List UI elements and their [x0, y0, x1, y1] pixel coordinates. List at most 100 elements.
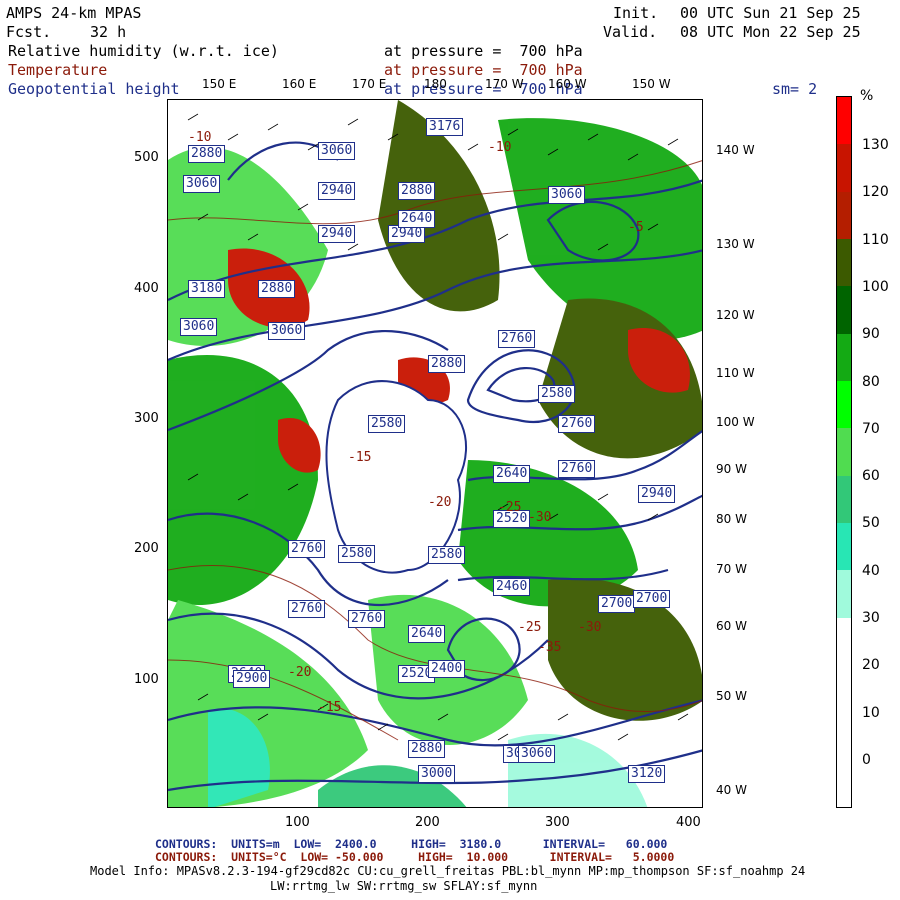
valid-label: Valid. [603, 23, 658, 41]
temperature-label: -15 [348, 450, 372, 465]
temperature-label: -35 [538, 640, 562, 655]
y-tick-label: 300 [134, 411, 159, 426]
model-info-line-1: Model Info: MPASv8.2.3-194-gf29cd82c CU:… [90, 864, 806, 878]
temperature-label: -10 [188, 130, 212, 145]
lon-label-right: 100 W [716, 415, 755, 429]
contour-label: 2940 [318, 225, 356, 243]
contour-label: 2880 [258, 280, 296, 298]
contour-label: 2640 [493, 465, 531, 483]
colorbar-segment [837, 617, 851, 666]
temperature-label: -20 [428, 495, 452, 510]
contour-label: 3180 [188, 280, 226, 298]
field-temp-name: Temperature [8, 61, 108, 79]
contour-label: 2880 [408, 740, 446, 758]
model-title: AMPS 24-km MPAS [6, 4, 142, 22]
contour-label: 3060 [268, 322, 306, 340]
lon-label-right: 60 W [716, 619, 747, 633]
y-tick-label: 400 [134, 281, 159, 296]
contour-label: 3060 [548, 186, 586, 204]
contour-label: 2400 [428, 660, 466, 678]
colorbar-label: 130 [862, 137, 889, 153]
contour-label: 3060 [518, 745, 556, 763]
colorbar-unit: % [860, 88, 874, 104]
lon-label-top: 170 E [352, 77, 387, 91]
contour-label: 2700 [598, 595, 636, 613]
colorbar-label: 20 [862, 657, 880, 674]
colorbar-label: 40 [862, 562, 880, 579]
colorbar-label: 30 [862, 610, 880, 626]
contour-label: 2940 [318, 182, 356, 200]
lon-label-right: 40 W [716, 783, 747, 797]
contour-label: 2760 [558, 460, 596, 478]
lon-label-right: 140 W [716, 143, 755, 157]
lon-label-right: 80 W [716, 512, 747, 526]
field-rh-level: at pressure = 700 hPa [384, 42, 583, 60]
colorbar-label: 90 [862, 326, 880, 343]
init-time: 00 UTC Sun 21 Sep 25 [680, 4, 861, 22]
lon-label-top: 180 [424, 77, 447, 91]
model-info-line-2: LW:rrtmg_lw SW:rrtmg_sw SFLAY:sf_mynn [270, 879, 538, 893]
lon-label-right: 130 W [716, 237, 755, 251]
colorbar-label: 60 [862, 468, 880, 485]
colorbar-segment [837, 333, 851, 382]
colorbar-segment [837, 239, 851, 287]
x-tick-label: 300 [545, 815, 570, 830]
colorbar [836, 96, 852, 808]
colorbar-segment [837, 523, 851, 571]
contour-label: 2460 [493, 578, 531, 596]
x-tick-label: 400 [676, 815, 701, 830]
contour-label: 3060 [183, 175, 221, 193]
contour-label: 2760 [558, 415, 596, 433]
temperature-label: -30 [528, 510, 552, 525]
temperature-label: -5 [628, 220, 644, 235]
contour-label: 3120 [628, 765, 666, 783]
colorbar-label: 100 [862, 278, 889, 295]
map-plot-area: 3176 3060 2940 3060 2880 2940 3060 3180 3060 2880… [167, 99, 703, 808]
lon-label-top: 150 W [632, 77, 671, 91]
y-tick-label: 500 [134, 150, 159, 165]
colorbar-segment [837, 570, 851, 619]
valid-time: 08 UTC Mon 22 Sep 25 [680, 23, 861, 41]
colorbar-segment [837, 712, 851, 761]
forecast-label: Fcst. [6, 23, 52, 41]
colorbar-label: 70 [862, 420, 880, 437]
contour-label: 2580 [368, 415, 406, 433]
contour-label: 2940 [638, 485, 676, 503]
contour-label: 3000 [418, 765, 456, 783]
contour-label: 2760 [498, 330, 536, 348]
temperature-label: -25 [518, 620, 542, 635]
contour-label: 2760 [288, 540, 326, 558]
colorbar-label: 120 [862, 184, 889, 201]
colorbar-label: 50 [862, 515, 880, 532]
lon-label-top: 160 W [548, 77, 587, 91]
lon-label-top: 160 E [282, 77, 317, 91]
colorbar-label: 80 [862, 373, 880, 390]
colorbar-segment [837, 428, 851, 477]
lon-label-right: 50 W [716, 689, 747, 703]
contour-label: 3060 [180, 318, 218, 336]
contour-label: 2640 [398, 210, 436, 228]
colorbar-segment [837, 759, 851, 808]
colorbar-segment [837, 475, 851, 524]
contour-label: 2580 [338, 545, 376, 563]
x-tick-label: 200 [415, 815, 440, 830]
colorbar-segment [837, 97, 851, 145]
map-land-icon [168, 100, 702, 807]
temperature-label: -15 [318, 700, 342, 715]
smoothing-label: sm= 2 [772, 80, 818, 98]
contour-label: 3176 [426, 118, 464, 136]
forecast-hour: 32 h [90, 23, 127, 41]
contour-label: 2760 [288, 600, 326, 618]
contour-label: 2900 [233, 670, 271, 688]
temperature-label: -30 [578, 620, 602, 635]
contour-label: 2580 [538, 385, 576, 403]
contour-label: 2700 [633, 590, 671, 608]
temperature-label: -10 [488, 140, 512, 155]
temperature-label: -20 [288, 665, 312, 680]
contour-label: 3060 [318, 142, 356, 160]
colorbar-segment [837, 286, 851, 335]
x-tick-label: 100 [285, 815, 310, 830]
lon-label-top: 150 E [202, 77, 237, 91]
contour-label: 2640 [408, 625, 446, 643]
height-contour-info: CONTOURS: UNITS=m LOW= 2400.0 HIGH= 3180… [155, 837, 668, 851]
